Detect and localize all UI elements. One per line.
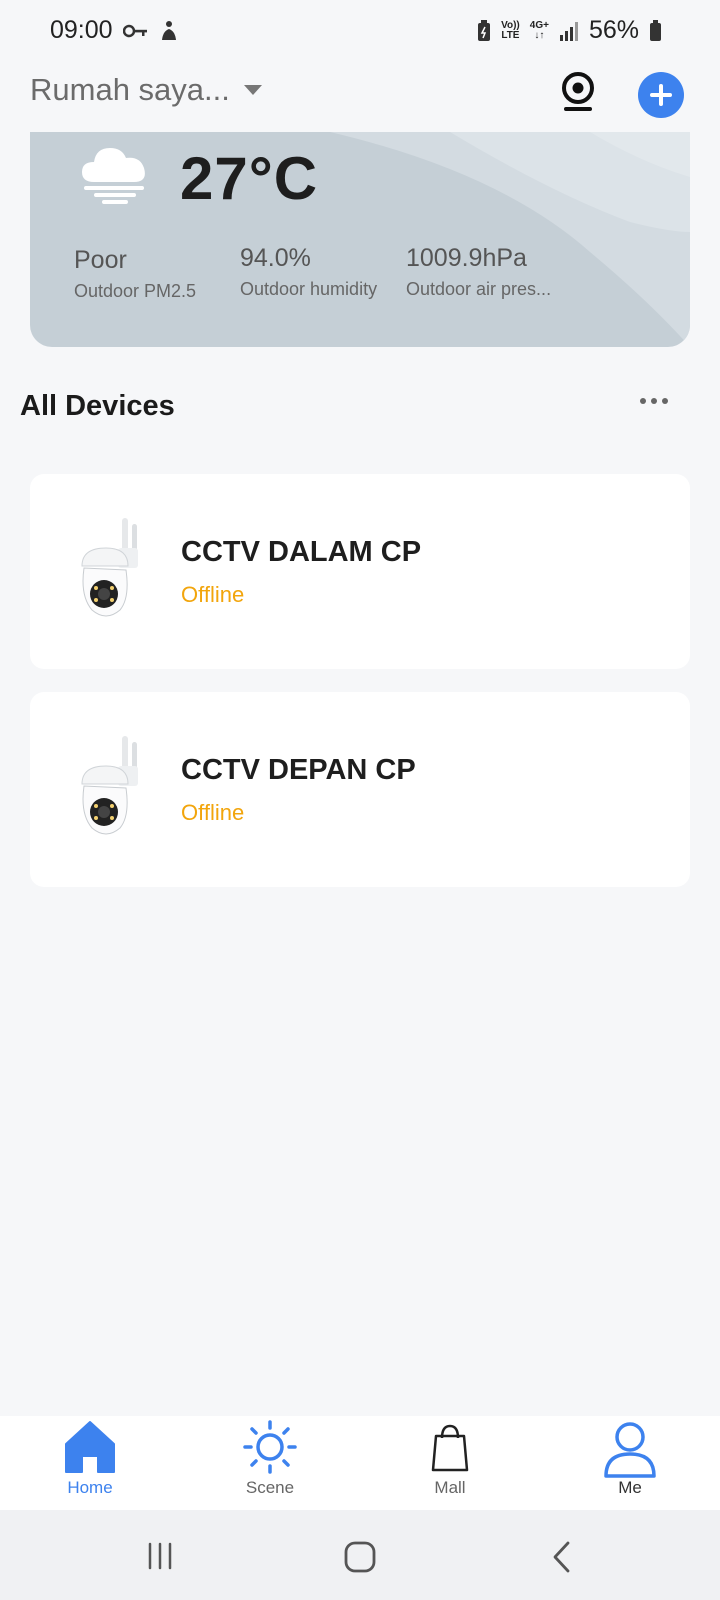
device-status: Offline <box>181 800 245 825</box>
stat-value: 94.0% <box>240 244 311 272</box>
network-type-indicator: 4G+ ↓↑ <box>529 19 549 41</box>
weather-card[interactable]: 27°C Poor Outdoor PM2.5 94.0% Outdoor hu… <box>30 132 690 347</box>
recent-apps-icon[interactable] <box>144 1540 176 1572</box>
tab-scene[interactable]: Scene <box>210 1416 330 1510</box>
camera-icon[interactable] <box>558 70 598 114</box>
sun-icon <box>243 1420 297 1474</box>
dot <box>662 398 668 404</box>
stat-value: Poor <box>74 246 127 274</box>
tab-label: Me <box>618 1478 642 1497</box>
home-nav-icon[interactable] <box>343 1540 377 1574</box>
stat-pm25: Poor Outdoor PM2.5 <box>74 246 196 302</box>
battery-percent: 56% <box>588 16 639 44</box>
stat-air-pressure: 1009.9hPa Outdoor air pres... <box>406 244 551 300</box>
bag-icon <box>431 1424 469 1472</box>
status-bar: 09:00 Vo)) LTE 4G+ ↓↑ 56% <box>0 0 720 62</box>
header: Rumah saya... <box>0 62 720 132</box>
ptz-camera-image <box>81 518 138 617</box>
tab-label: Scene <box>245 1478 295 1497</box>
accessibility-icon <box>161 20 176 40</box>
home-selector[interactable]: Rumah saya... <box>30 72 262 108</box>
tab-label: Home <box>67 1478 113 1497</box>
device-card[interactable]: CCTV DEPAN CP Offline <box>30 692 690 887</box>
device-name: CCTV DALAM CP <box>181 536 422 568</box>
tab-home[interactable]: Home <box>30 1416 150 1510</box>
system-nav-bar <box>0 1510 720 1600</box>
home-name: Rumah saya... <box>30 72 230 107</box>
battery-icon <box>650 19 661 41</box>
device-name: CCTV DEPAN CP <box>181 754 416 786</box>
battery-saver-icon <box>478 19 491 41</box>
dot <box>651 398 657 404</box>
ptz-camera-image <box>81 736 138 835</box>
more-options-button[interactable] <box>640 398 668 404</box>
dot <box>640 398 646 404</box>
signal-icon <box>559 21 578 41</box>
device-card[interactable]: CCTV DALAM CP Offline <box>30 474 690 669</box>
add-icon <box>650 84 672 106</box>
device-status: Offline <box>181 582 245 607</box>
status-time: 09:00 <box>50 16 113 44</box>
volte-indicator: Vo)) LTE <box>501 19 520 41</box>
stat-value: 1009.9hPa <box>406 244 527 272</box>
cloud-fog-icon <box>82 148 145 204</box>
back-icon[interactable] <box>548 1540 576 1574</box>
key-icon <box>122 24 147 37</box>
tab-mall[interactable]: Mall <box>390 1416 510 1510</box>
temperature: 27°C <box>180 145 319 212</box>
tab-label: Mall <box>434 1478 466 1497</box>
home-icon <box>65 1421 115 1473</box>
tab-me[interactable]: Me <box>570 1416 690 1510</box>
stat-label: Outdoor air pres... <box>406 279 552 299</box>
add-button[interactable] <box>638 72 684 118</box>
stat-humidity: 94.0% Outdoor humidity <box>240 244 377 300</box>
section-title: All Devices <box>20 390 175 422</box>
person-icon <box>604 1422 656 1478</box>
stat-label: Outdoor PM2.5 <box>74 281 197 301</box>
bottom-tab-bar: Home Scene Mall Me <box>0 1416 720 1510</box>
chevron-down-icon <box>243 85 262 95</box>
stat-label: Outdoor humidity <box>240 279 378 299</box>
